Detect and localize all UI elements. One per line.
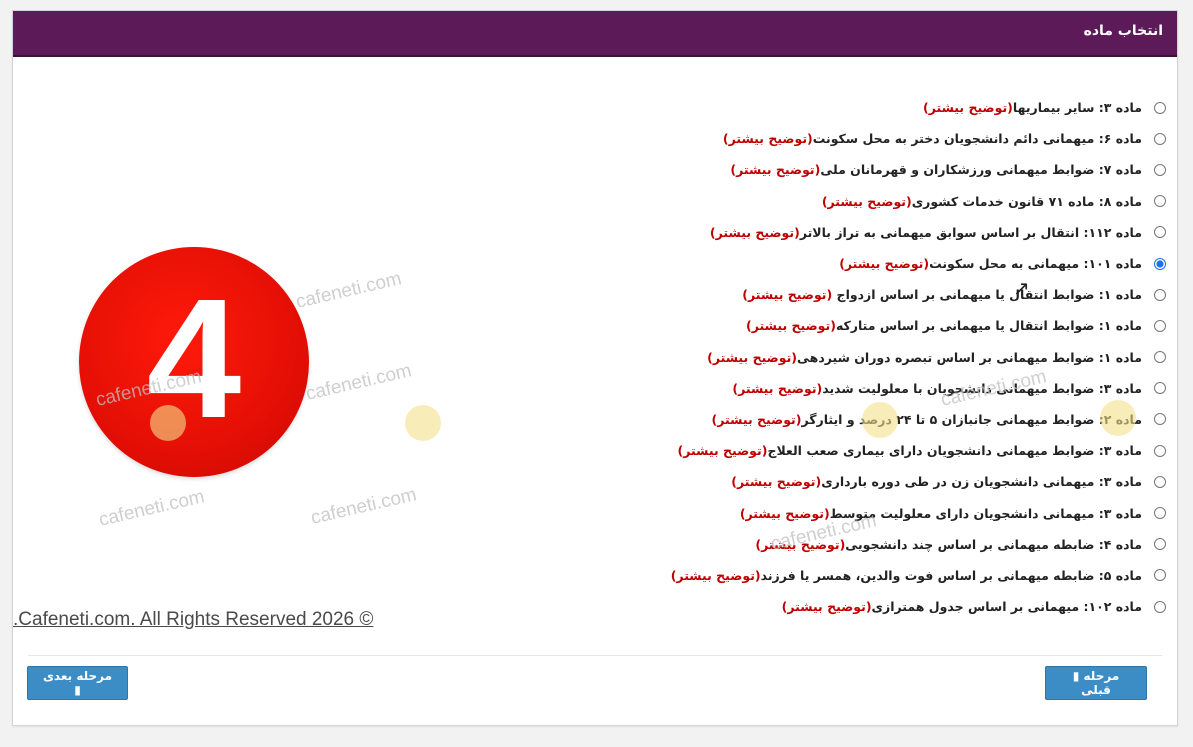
- more-info-link[interactable]: (توضیح بیشتر): [742, 287, 832, 302]
- list-item[interactable]: ماده ۳: ضوابط میهمانی دانشجویان دارای بی…: [457, 435, 1177, 466]
- panel-header: انتخاب ماده: [13, 11, 1177, 57]
- prev-chevron-icon: ▮: [1072, 669, 1080, 683]
- panel-title: انتخاب ماده: [1083, 23, 1163, 39]
- option-text: ماده ۱۰۲: میهمانی بر اساس جدول همترازی: [871, 599, 1142, 615]
- footer-divider: [28, 655, 1162, 656]
- option-text: ماده ۱: ضوابط انتقال یا میهمانی بر اساس …: [832, 287, 1142, 303]
- list-item[interactable]: ماده ۲: ضوابط میهمانی جانبازان ۵ تا ۲۴ د…: [457, 404, 1177, 435]
- step-badge: 4: [79, 247, 309, 477]
- watermark-logo-icon: [405, 405, 441, 441]
- list-item[interactable]: ماده ۱۰۲: میهمانی بر اساس جدول همترازی(ت…: [457, 591, 1177, 622]
- option-radio[interactable]: [1154, 413, 1166, 426]
- more-info-link[interactable]: (توضیح بیشتر): [782, 599, 872, 614]
- prev-step-button[interactable]: ▮ مرحله قبلی: [1045, 666, 1147, 700]
- option-text: ماده ۵: ضابطه میهمانی بر اساس فوت والدین…: [760, 567, 1142, 583]
- option-text: ماده ۱: ضوابط میهمانی بر اساس تبصره دورا…: [797, 349, 1142, 365]
- next-chevron-icon: ▮: [74, 683, 81, 697]
- option-text: ماده ۳: میهمانی دانشجویان دارای معلولیت …: [829, 505, 1142, 521]
- more-info-link[interactable]: (توضیح بیشتر): [712, 412, 802, 427]
- step-number: 4: [146, 264, 242, 454]
- more-info-link[interactable]: (توضیح بیشتر): [671, 568, 761, 583]
- option-label: ماده ۱۰۲: میهمانی بر اساس جدول همترازی(ت…: [782, 599, 1142, 614]
- option-label: ماده ۶: میهمانی دائم دانشجویان دختر به م…: [723, 131, 1142, 146]
- more-info-link[interactable]: (توضیح بیشتر): [678, 443, 768, 458]
- option-radio[interactable]: [1154, 132, 1166, 145]
- option-label: ماده ۷: ضوابط میهمانی ورزشکاران و قهرمان…: [730, 162, 1142, 177]
- option-label: ماده ۱: ضوابط انتقال یا میهمانی بر اساس …: [742, 287, 1142, 302]
- option-text: ماده ۸: ماده ۷۱ قانون خدمات کشوری: [911, 193, 1142, 209]
- option-label: ماده ۱: ضوابط میهمانی بر اساس تبصره دورا…: [707, 350, 1142, 365]
- option-text: ماده ۳: ضوابط میهمانی دانشجویان دارای بی…: [767, 443, 1142, 459]
- next-step-label: مرحله بعدی: [42, 669, 113, 683]
- more-info-link[interactable]: (توضیح بیشتر): [746, 318, 836, 333]
- option-radio[interactable]: [1154, 195, 1166, 208]
- more-info-link[interactable]: (توضیح بیشتر): [822, 194, 912, 209]
- option-label: ماده ۳: میهمانی دانشجویان دارای معلولیت …: [740, 506, 1142, 521]
- option-radio[interactable]: [1154, 475, 1166, 488]
- list-item[interactable]: ماده ۱: ضوابط انتقال یا میهمانی بر اساس …: [457, 310, 1177, 341]
- list-item[interactable]: ماده ۶: میهمانی دائم دانشجویان دختر به م…: [457, 123, 1177, 154]
- more-info-link[interactable]: (توضیح بیشتر): [839, 256, 929, 271]
- option-label: ماده ۱۰۱: میهمانی به محل سکونت(توضیح بیش…: [839, 256, 1142, 271]
- list-item[interactable]: ماده ۱: ضوابط میهمانی بر اساس تبصره دورا…: [457, 342, 1177, 373]
- option-text: ماده ۱۱۲: انتقال بر اساس سوابق میهمانی ب…: [799, 224, 1142, 240]
- watermark-logo-icon: [1100, 400, 1136, 436]
- list-item[interactable]: ماده ۷: ضوابط میهمانی ورزشکاران و قهرمان…: [457, 154, 1177, 185]
- option-text: ماده ۷: ضوابط میهمانی ورزشکاران و قهرمان…: [820, 162, 1142, 178]
- option-radio[interactable]: [1154, 288, 1166, 301]
- more-info-link[interactable]: (توضیح بیشتر): [740, 506, 830, 521]
- option-radio[interactable]: [1154, 382, 1166, 395]
- more-info-link[interactable]: (توضیح بیشتر): [732, 381, 822, 396]
- option-radio[interactable]: [1154, 163, 1166, 176]
- option-text: ماده ۱۰۱: میهمانی به محل سکونت: [929, 256, 1142, 272]
- prev-step-label: مرحله قبلی: [1081, 669, 1120, 697]
- option-radio[interactable]: [1154, 600, 1166, 613]
- option-radio[interactable]: [1154, 507, 1166, 520]
- option-radio[interactable]: [1154, 538, 1166, 551]
- list-item[interactable]: ماده ۳: میهمانی دانشجویان زن در طی دوره …: [457, 466, 1177, 497]
- more-info-link[interactable]: (توضیح بیشتر): [723, 131, 813, 146]
- more-info-link[interactable]: (توضیح بیشتر): [707, 350, 797, 365]
- more-info-link[interactable]: (توضیح بیشتر): [923, 100, 1013, 115]
- copyright-text: .Cafeneti.com. All Rights Reserved 2026 …: [13, 609, 374, 630]
- list-item[interactable]: ماده ۵: ضابطه میهمانی بر اساس فوت والدین…: [457, 560, 1177, 591]
- option-label: ماده ۳: ضوابط میهمانی دانشجویان با معلول…: [732, 381, 1142, 396]
- more-info-link[interactable]: (توضیح بیشتر): [710, 225, 800, 240]
- option-text: ماده ۴: ضابطه میهمانی بر اساس چند دانشجو…: [845, 536, 1142, 552]
- mouse-cursor-icon: ↗: [1013, 276, 1030, 300]
- option-text: ماده ۶: میهمانی دائم دانشجویان دختر به م…: [812, 131, 1142, 147]
- list-item[interactable]: ماده ۱۱۲: انتقال بر اساس سوابق میهمانی ب…: [457, 217, 1177, 248]
- option-text: ماده ۳: سایر بیماریها: [1012, 100, 1142, 116]
- option-label: ماده ۸: ماده ۷۱ قانون خدمات کشوری(توضیح …: [822, 194, 1142, 209]
- option-text: ماده ۳: میهمانی دانشجویان زن در طی دوره …: [821, 474, 1142, 490]
- list-item[interactable]: ماده ۱: ضوابط انتقال یا میهمانی بر اساس …: [457, 279, 1177, 310]
- next-step-button[interactable]: مرحله بعدی ▮: [27, 666, 128, 700]
- list-item[interactable]: ماده ۳: سایر بیماریها(توضیح بیشتر): [457, 92, 1177, 123]
- option-radio[interactable]: [1154, 226, 1166, 239]
- option-radio[interactable]: [1154, 444, 1166, 457]
- list-item[interactable]: ماده ۸: ماده ۷۱ قانون خدمات کشوری(توضیح …: [457, 186, 1177, 217]
- more-info-link[interactable]: (توضیح بیشتر): [731, 474, 821, 489]
- list-item[interactable]: ماده ۳: ضوابط میهمانی دانشجویان با معلول…: [457, 373, 1177, 404]
- option-radio[interactable]: [1154, 257, 1166, 270]
- option-label: ماده ۱۱۲: انتقال بر اساس سوابق میهمانی ب…: [710, 225, 1142, 240]
- option-label: ماده ۲: ضوابط میهمانی جانبازان ۵ تا ۲۴ د…: [712, 412, 1142, 427]
- option-label: ماده ۵: ضابطه میهمانی بر اساس فوت والدین…: [671, 568, 1142, 583]
- option-radio[interactable]: [1154, 351, 1166, 364]
- option-text: ماده ۱: ضوابط انتقال یا میهمانی بر اساس …: [835, 318, 1142, 334]
- option-label: ماده ۱: ضوابط انتقال یا میهمانی بر اساس …: [746, 318, 1142, 333]
- option-radio[interactable]: [1154, 569, 1166, 582]
- option-label: ماده ۳: میهمانی دانشجویان زن در طی دوره …: [731, 474, 1142, 489]
- watermark-logo-icon: [862, 402, 898, 438]
- list-item[interactable]: ماده ۱۰۱: میهمانی به محل سکونت(توضیح بیش…: [457, 248, 1177, 279]
- option-radio[interactable]: [1154, 319, 1166, 332]
- option-text: ماده ۲: ضوابط میهمانی جانبازان ۵ تا ۲۴ د…: [801, 411, 1142, 427]
- more-info-link[interactable]: (توضیح بیشتر): [730, 162, 820, 177]
- option-label: ماده ۳: سایر بیماریها(توضیح بیشتر): [923, 100, 1142, 115]
- option-radio[interactable]: [1154, 101, 1166, 114]
- watermark-logo-icon: [150, 405, 186, 441]
- option-label: ماده ۳: ضوابط میهمانی دانشجویان دارای بی…: [678, 443, 1142, 458]
